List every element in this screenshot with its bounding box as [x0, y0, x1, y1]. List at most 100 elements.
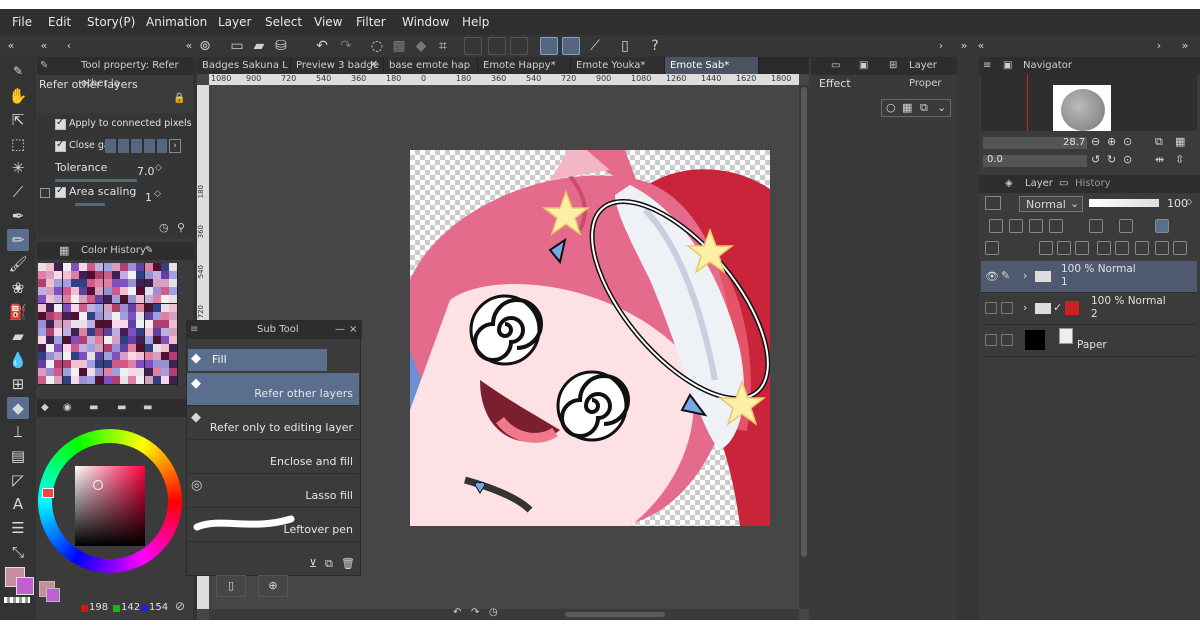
zoom-value[interactable]: 28.7 — [1063, 137, 1085, 148]
history-swatch[interactable] — [169, 287, 178, 296]
history-swatch[interactable] — [169, 271, 178, 280]
history-swatch[interactable] — [144, 335, 153, 344]
history-swatch[interactable] — [144, 287, 153, 296]
tab-badges[interactable]: Badges Sakuna L — [197, 57, 291, 74]
tab-color-slider-icon[interactable]: ▬ — [89, 399, 98, 417]
history-swatch[interactable] — [144, 311, 153, 320]
history-swatch[interactable] — [128, 344, 137, 352]
layer-property-header[interactable]: Layer Proper — [909, 57, 957, 93]
menu-icon[interactable]: ≡ — [983, 57, 991, 75]
collapse-icon[interactable]: « — [35, 37, 53, 55]
history-swatch[interactable] — [38, 303, 46, 312]
history-swatch[interactable] — [169, 352, 178, 361]
history-swatch[interactable] — [95, 271, 104, 280]
history-swatch[interactable] — [152, 352, 161, 361]
menu-layer[interactable]: Layer — [218, 15, 251, 29]
lock-transparent-icon[interactable] — [1089, 219, 1103, 233]
history-swatch[interactable] — [136, 319, 145, 328]
history-swatch[interactable] — [161, 376, 169, 385]
sub-tool-lasso-fill[interactable]: ◎ Lasso fill — [187, 475, 359, 508]
history-swatch[interactable] — [38, 327, 46, 336]
history-swatch[interactable] — [62, 327, 71, 336]
collapse-right-icon[interactable]: « — [972, 37, 990, 55]
history-swatch[interactable] — [54, 368, 63, 377]
history-swatch[interactable] — [103, 376, 112, 385]
history-swatch[interactable] — [87, 327, 96, 336]
history-swatch[interactable] — [120, 295, 128, 304]
chevron-right-icon[interactable]: › — [1023, 269, 1027, 282]
rotate-right-icon[interactable]: ↷ — [471, 607, 479, 618]
history-swatch[interactable] — [120, 303, 128, 312]
material-icon[interactable]: ▯ — [216, 575, 246, 597]
history-swatch[interactable] — [70, 271, 79, 280]
combine-icon[interactable] — [1115, 241, 1129, 255]
history-swatch[interactable] — [120, 279, 128, 288]
zoom-out-icon[interactable]: ⊖ — [1091, 135, 1100, 148]
history-swatch[interactable] — [103, 287, 112, 296]
history-swatch[interactable] — [95, 335, 104, 344]
history-swatch[interactable] — [152, 319, 161, 328]
chevron-right-icon[interactable]: › — [932, 37, 950, 55]
history-swatch[interactable] — [95, 327, 104, 336]
operation-icon[interactable]: ⇱ — [7, 109, 29, 131]
new-folder-icon[interactable] — [1075, 241, 1089, 255]
history-swatch[interactable] — [128, 311, 137, 320]
eyedropper-icon[interactable]: ⟋ — [7, 181, 29, 203]
history-swatch[interactable] — [38, 311, 46, 320]
history-swatch[interactable] — [169, 368, 178, 377]
pen-icon[interactable]: ✎ — [7, 60, 29, 82]
history-swatch[interactable] — [152, 295, 161, 304]
history-swatch[interactable] — [144, 279, 153, 288]
snap-perspective-icon[interactable]: ⟋ — [586, 37, 604, 55]
history-swatch[interactable] — [54, 279, 63, 288]
history-swatch[interactable] — [161, 287, 169, 296]
history-swatch[interactable] — [70, 376, 79, 385]
drag-handle-icon[interactable]: ≡ — [190, 321, 198, 339]
tab-emote-happy[interactable]: Emote Happy* — [478, 57, 571, 74]
history-swatch[interactable] — [46, 352, 55, 361]
history-swatch[interactable] — [152, 360, 161, 369]
history-swatch[interactable] — [62, 287, 71, 296]
minimize-icon[interactable]: — — [335, 321, 345, 339]
tab-emote-sab[interactable]: Emote Sab* — [665, 57, 759, 74]
history-swatch[interactable] — [62, 352, 71, 361]
history-swatch[interactable] — [120, 376, 128, 385]
history-swatch[interactable] — [79, 360, 87, 369]
close-icon[interactable]: × — [349, 321, 357, 339]
magic-wand-icon[interactable]: ✳ — [7, 157, 29, 179]
history-swatch[interactable] — [79, 279, 87, 288]
history-swatch[interactable] — [46, 368, 55, 377]
history-swatch[interactable] — [169, 295, 178, 304]
history-swatch[interactable] — [144, 376, 153, 385]
history-swatch[interactable] — [38, 287, 46, 296]
history-swatch[interactable] — [87, 344, 96, 352]
history-swatch[interactable] — [87, 376, 96, 385]
help-icon[interactable]: ? — [646, 37, 664, 55]
flip-horizontal-icon[interactable]: ⇹ — [1155, 153, 1164, 166]
sub-tool-settings-icon[interactable]: ⊻ — [309, 557, 317, 570]
history-swatch[interactable] — [120, 319, 128, 328]
history-swatch[interactable] — [161, 303, 169, 312]
history-swatch[interactable] — [38, 344, 46, 352]
history-swatch[interactable] — [38, 295, 46, 304]
menu-help[interactable]: Help — [462, 15, 489, 29]
history-swatch[interactable] — [128, 303, 137, 312]
snap-ruler-icon[interactable] — [464, 37, 482, 55]
history-swatch[interactable] — [152, 287, 161, 296]
menu-story[interactable]: Story(P) — [87, 15, 135, 29]
chevron-right-icon-2[interactable]: › — [1150, 37, 1168, 55]
tab-history[interactable]: History — [1075, 175, 1111, 193]
history-swatch[interactable] — [144, 368, 153, 377]
opacity-value[interactable]: 100 — [1167, 197, 1188, 210]
history-swatch[interactable] — [111, 335, 120, 344]
history-swatch[interactable] — [46, 327, 55, 336]
history-swatch[interactable] — [161, 335, 169, 344]
history-swatch[interactable] — [144, 360, 153, 369]
history-swatch[interactable] — [87, 352, 96, 361]
history-swatch[interactable] — [79, 368, 87, 377]
history-swatch[interactable] — [128, 327, 137, 336]
history-swatch[interactable] — [54, 344, 63, 352]
tab-pen-icon[interactable]: ✎ — [145, 242, 153, 260]
edit-pen-icon[interactable]: ✎ — [1001, 269, 1010, 282]
visibility-eye-icon[interactable]: 👁 — [985, 270, 999, 283]
